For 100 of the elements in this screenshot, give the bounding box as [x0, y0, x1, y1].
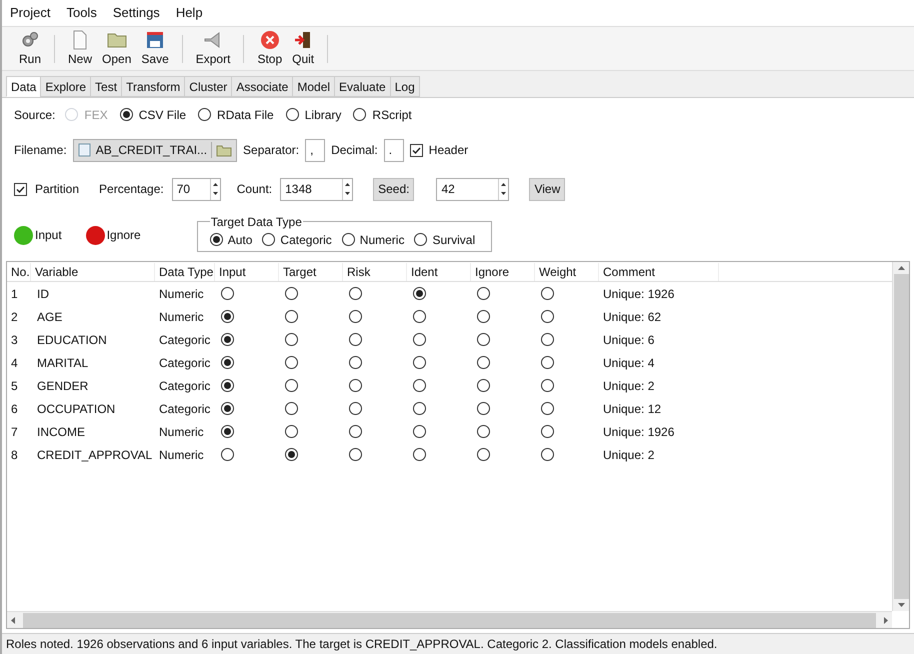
- menu-item[interactable]: Settings: [112, 3, 160, 23]
- radio-button[interactable]: [413, 287, 426, 300]
- radio-button[interactable]: [477, 310, 490, 323]
- radio-button[interactable]: [349, 356, 362, 369]
- view-button[interactable]: View: [529, 178, 566, 200]
- toolbar-button[interactable]: Open: [97, 30, 136, 68]
- tab[interactable]: Associate: [231, 76, 294, 97]
- count-field[interactable]: 1348: [280, 178, 354, 200]
- column-header[interactable]: Ignore: [471, 262, 535, 280]
- column-header[interactable]: Target: [279, 262, 343, 280]
- horizontal-scrollbar[interactable]: [7, 611, 892, 628]
- toolbar-button[interactable]: Stop: [252, 30, 288, 68]
- radio-button[interactable]: [413, 448, 426, 461]
- radio-button[interactable]: [221, 402, 234, 415]
- radio-button[interactable]: [221, 425, 234, 438]
- radio-button[interactable]: [285, 333, 298, 346]
- radio-button[interactable]: [221, 356, 234, 369]
- radio-button[interactable]: [541, 425, 554, 438]
- tab[interactable]: Model: [292, 76, 336, 97]
- radio-button[interactable]: [285, 356, 298, 369]
- tab[interactable]: Log: [390, 76, 420, 97]
- radio-button[interactable]: [477, 448, 490, 461]
- radio-label: RScript: [372, 106, 412, 124]
- radio-button[interactable]: [285, 448, 298, 461]
- column-header[interactable]: No.: [7, 262, 31, 280]
- radio-button[interactable]: [285, 379, 298, 392]
- radio-button[interactable]: [262, 233, 276, 246]
- toolbar-button[interactable]: Export: [190, 30, 236, 68]
- radio-button[interactable]: [285, 310, 298, 323]
- percentage-field[interactable]: 70: [172, 178, 221, 200]
- file-chooser[interactable]: AB_CREDIT_TRAI...: [72, 138, 238, 162]
- radio-button[interactable]: [285, 402, 298, 415]
- radio-button[interactable]: [349, 425, 362, 438]
- menu-item[interactable]: Tools: [66, 3, 97, 23]
- radio-button[interactable]: [286, 108, 299, 121]
- radio-button[interactable]: [285, 287, 298, 300]
- radio-button[interactable]: [198, 108, 212, 121]
- radio-button[interactable]: [210, 233, 223, 246]
- toolbar-button[interactable]: Save: [136, 30, 174, 68]
- radio-button[interactable]: [221, 448, 234, 461]
- radio-button[interactable]: [342, 233, 355, 246]
- radio-button[interactable]: [221, 310, 234, 323]
- tab[interactable]: Cluster: [184, 76, 232, 97]
- tab[interactable]: Explore: [40, 76, 92, 97]
- tab[interactable]: Test: [90, 76, 122, 97]
- radio-button[interactable]: [120, 108, 133, 121]
- radio-button[interactable]: [349, 310, 362, 323]
- seed-field[interactable]: 42: [436, 178, 510, 200]
- decimal-field[interactable]: .: [384, 138, 404, 162]
- menu-item[interactable]: Help: [176, 3, 203, 23]
- radio-button[interactable]: [477, 379, 490, 392]
- column-header[interactable]: Variable: [31, 262, 155, 280]
- column-header[interactable]: Ident: [407, 262, 471, 280]
- radio-button[interactable]: [477, 287, 490, 300]
- toolbar-button[interactable]: Quit: [287, 30, 320, 68]
- column-header[interactable]: Data Type: [155, 262, 215, 280]
- toolbar-button[interactable]: Run: [14, 30, 46, 68]
- radio-button[interactable]: [413, 310, 426, 323]
- radio-button[interactable]: [413, 333, 426, 346]
- tab[interactable]: Data: [6, 76, 42, 97]
- checkbox[interactable]: [410, 144, 423, 156]
- radio-button[interactable]: [349, 402, 362, 415]
- radio-button[interactable]: [221, 333, 234, 346]
- radio-button[interactable]: [541, 379, 554, 392]
- radio-button[interactable]: [221, 287, 234, 300]
- tab[interactable]: Transform: [121, 76, 186, 97]
- radio-button[interactable]: [541, 448, 554, 461]
- radio-button[interactable]: [413, 402, 426, 415]
- radio-button[interactable]: [349, 379, 362, 392]
- seed-button[interactable]: Seed:: [373, 178, 414, 200]
- radio-button[interactable]: [541, 287, 554, 300]
- radio-button[interactable]: [541, 356, 554, 369]
- column-header[interactable]: Weight: [535, 262, 599, 280]
- radio-button[interactable]: [349, 448, 362, 461]
- column-header[interactable]: Comment: [599, 262, 719, 280]
- radio-button[interactable]: [541, 402, 554, 415]
- separator-field[interactable]: ,: [305, 138, 326, 162]
- radio-button[interactable]: [477, 333, 490, 346]
- radio-button[interactable]: [477, 356, 490, 369]
- radio-button[interactable]: [477, 402, 490, 415]
- radio-button[interactable]: [413, 425, 426, 438]
- radio-button[interactable]: [349, 333, 362, 346]
- radio-button[interactable]: [349, 287, 362, 300]
- checkbox[interactable]: [14, 182, 27, 196]
- radio-button[interactable]: [414, 233, 428, 246]
- tab[interactable]: Evaluate: [334, 76, 391, 97]
- radio-button[interactable]: [477, 425, 490, 438]
- radio-button[interactable]: [541, 333, 554, 346]
- column-header[interactable]: Risk: [343, 262, 407, 280]
- menu-item[interactable]: Project: [10, 3, 50, 23]
- toolbar-button[interactable]: New: [63, 30, 98, 68]
- radio-button[interactable]: [413, 356, 426, 369]
- column-header[interactable]: Input: [215, 262, 279, 280]
- table-cell-text: Unique: 12: [602, 400, 662, 418]
- radio-button[interactable]: [221, 379, 234, 392]
- radio-button[interactable]: [285, 425, 298, 438]
- radio-button[interactable]: [541, 310, 554, 323]
- radio-button[interactable]: [353, 108, 366, 121]
- radio-label: Auto: [228, 232, 252, 248]
- radio-button[interactable]: [413, 379, 426, 392]
